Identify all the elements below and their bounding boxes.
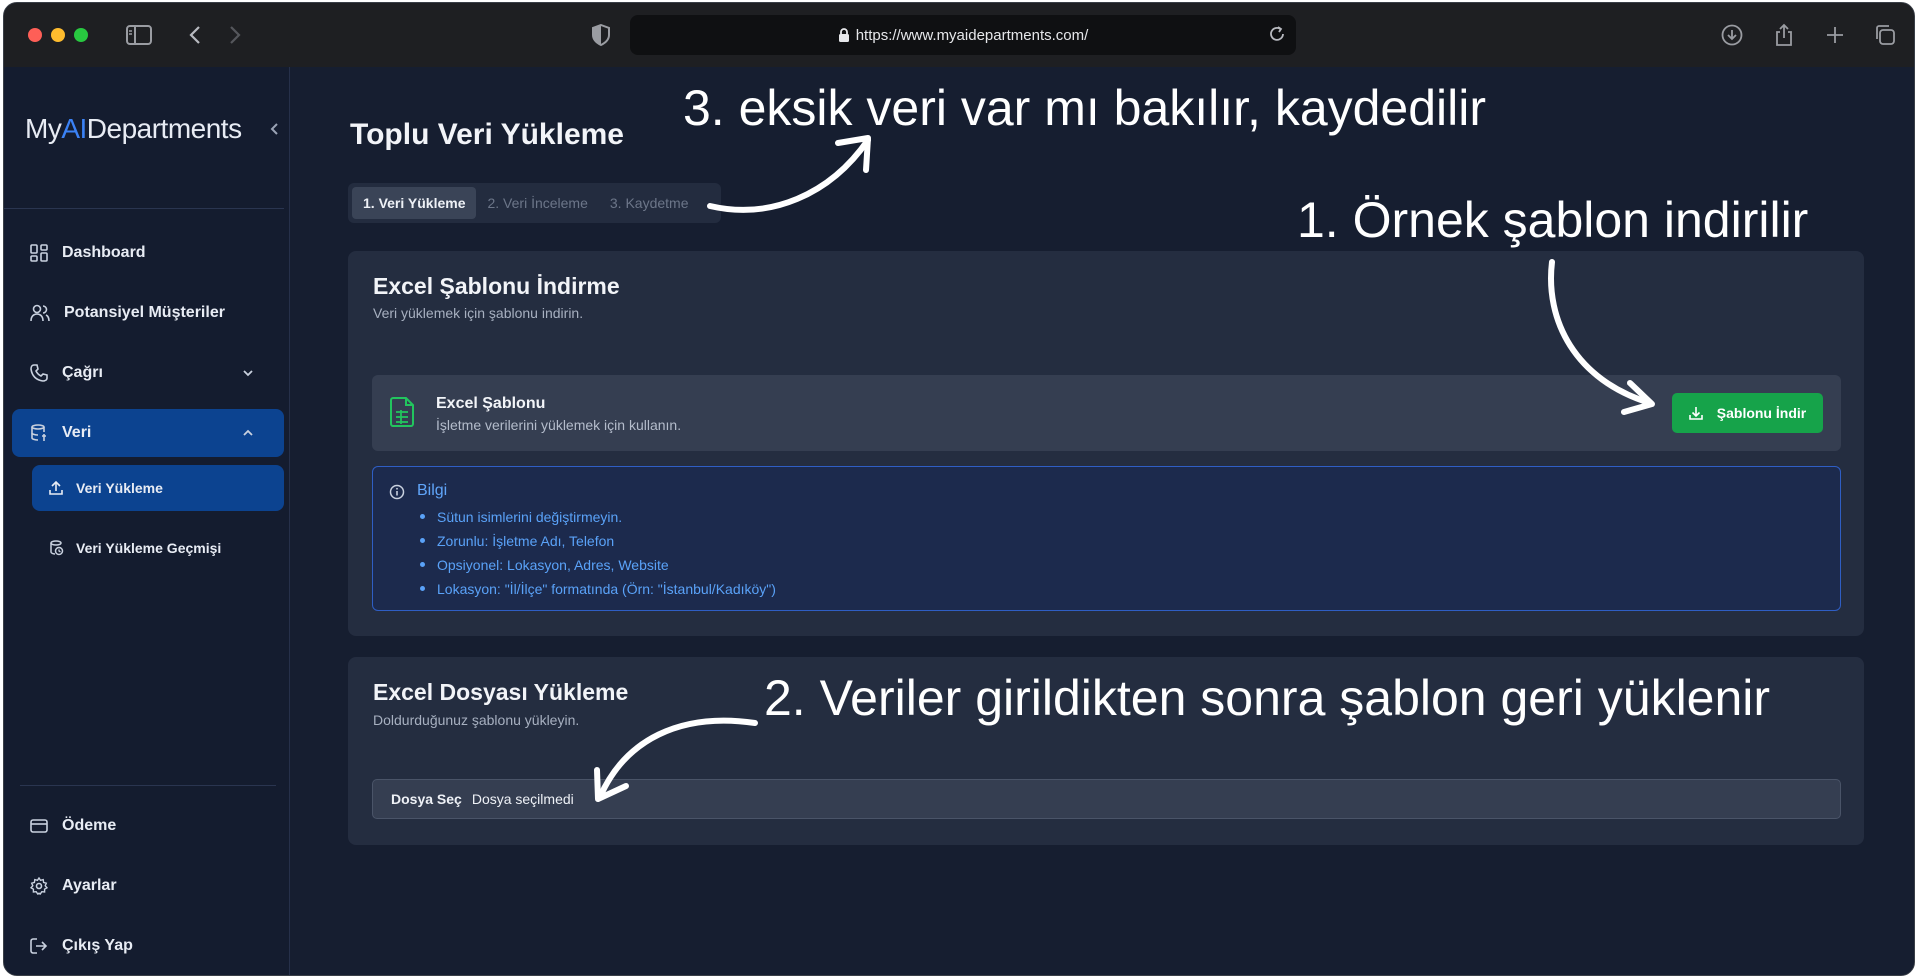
sidebar-item-veri[interactable]: Veri (12, 409, 284, 457)
sidebar-item-label: Ödeme (62, 817, 117, 834)
info-box: Bilgi Sütun isimlerini değiştirmeyin. Zo… (372, 466, 1841, 611)
sidebar-item-label: Çağrı (62, 364, 103, 381)
downloads-icon[interactable] (1717, 21, 1747, 49)
template-file-description: İşletme verilerini yüklemek için kullanı… (436, 417, 682, 433)
tab-veri-yukleme[interactable]: 1. Veri Yükleme (352, 187, 477, 219)
back-icon[interactable] (180, 21, 210, 49)
app-logo[interactable]: MyAIDepartments (25, 113, 242, 145)
sidebar-item-label: Çıkış Yap (62, 937, 133, 954)
sidebar-item-odeme[interactable]: Ödeme (12, 802, 284, 850)
list-item: Lokasyon: "İl/İlçe" formatında (Örn: "İs… (420, 577, 776, 601)
maximize-window-button[interactable] (74, 28, 88, 42)
file-name-label: Dosya seçilmedi (471, 791, 574, 807)
new-tab-icon[interactable] (1820, 21, 1850, 49)
sidebar-item-cikis-yap[interactable]: Çıkış Yap (12, 922, 284, 970)
sidebar-subitem-veri-yukleme-gecmisi[interactable]: Veri Yükleme Geçmişi (32, 525, 284, 571)
spreadsheet-file-icon (390, 397, 416, 432)
tab-overview-icon[interactable] (1870, 21, 1900, 49)
card-title: Excel Şablonu İndirme (373, 273, 620, 299)
chevron-down-icon[interactable] (242, 366, 268, 384)
upload-icon (49, 480, 63, 495)
file-input[interactable]: Dosya Seç Dosya seçilmedi (372, 779, 1841, 819)
browser-toolbar: https://www.myaidepartments.com/ (4, 3, 1914, 67)
sidebar-subitem-veri-yukleme[interactable]: Veri Yükleme (32, 465, 284, 511)
info-title: Bilgi (417, 482, 448, 499)
list-item: Zorunlu: İşletme Adı, Telefon (420, 529, 776, 553)
annotation-step2: 2. Veriler girildikten sonra şablon geri… (764, 670, 1771, 726)
sidebar-item-potansiyel-musteriler[interactable]: Potansiyel Müşteriler (12, 289, 284, 337)
sidebar-item-label: Ayarlar (62, 877, 117, 894)
sidebar: MyAIDepartments Dashboard Potansiyel Müş… (4, 67, 290, 975)
sidebar-subitem-label: Veri Yükleme (76, 480, 163, 496)
address-bar[interactable]: https://www.myaidepartments.com/ (630, 15, 1296, 55)
reload-icon[interactable] (1268, 25, 1286, 48)
card-subtitle: Doldurduğunuz şablonu yükleyin. (373, 712, 580, 728)
privacy-shield-icon[interactable] (586, 21, 616, 49)
download-icon (1688, 407, 1703, 420)
sidebar-item-label: Veri (62, 424, 92, 441)
layout-grid-icon (30, 244, 48, 262)
logout-icon (30, 938, 48, 954)
info-list: Sütun isimlerini değiştirmeyin. Zorunlu:… (420, 505, 776, 601)
sidebar-toggle-icon[interactable] (124, 21, 154, 49)
sidebar-item-label: Potansiyel Müşteriler (64, 304, 225, 321)
share-icon[interactable] (1769, 21, 1799, 49)
chevron-up-icon[interactable] (242, 426, 268, 444)
sidebar-divider (20, 785, 276, 786)
close-window-button[interactable] (28, 28, 42, 42)
history-icon (50, 540, 64, 556)
step-tabs: 1. Veri Yükleme 2. Veri İnceleme 3. Kayd… (348, 183, 721, 223)
forward-icon[interactable] (220, 21, 250, 49)
minimize-window-button[interactable] (51, 28, 65, 42)
database-icon (31, 424, 46, 441)
browser-window: https://www.myaidepartments.com/ MyAIDep… (3, 2, 1915, 976)
list-item: Opsiyonel: Lokasyon, Adres, Website (420, 553, 776, 577)
tab-kaydetme[interactable]: 3. Kaydetme (599, 187, 700, 219)
info-icon (389, 484, 405, 505)
annotation-step3: 3. eksik veri var mı bakılır, kaydedilir (683, 80, 1487, 136)
sidebar-item-label: Dashboard (62, 244, 146, 261)
list-item: Sütun isimlerini değiştirmeyin. (420, 505, 776, 529)
collapse-sidebar-icon[interactable] (270, 122, 280, 141)
sidebar-item-cagri[interactable]: Çağrı (12, 349, 284, 397)
card-subtitle: Veri yüklemek için şablonu indirin. (373, 305, 584, 321)
annotation-step1: 1. Örnek şablon indirilir (1297, 192, 1809, 248)
sidebar-divider (4, 208, 284, 209)
sidebar-subitem-label: Veri Yükleme Geçmişi (76, 540, 222, 556)
gear-icon (30, 877, 48, 895)
page-title: Toplu Veri Yükleme (350, 118, 624, 151)
phone-icon (30, 364, 48, 382)
tab-veri-inceleme[interactable]: 2. Veri İnceleme (476, 187, 598, 219)
sidebar-item-dashboard[interactable]: Dashboard (12, 229, 284, 277)
download-template-button[interactable]: Şablonu İndir (1672, 393, 1823, 433)
lock-icon (838, 28, 849, 42)
template-file-title: Excel Şablonu (436, 395, 546, 412)
sidebar-item-ayarlar[interactable]: Ayarlar (12, 862, 284, 910)
card-title: Excel Dosyası Yükleme (373, 679, 629, 705)
url-text: https://www.myaidepartments.com/ (855, 26, 1089, 44)
users-icon (30, 304, 50, 322)
credit-card-icon (30, 819, 48, 833)
template-file-row: Excel Şablonu İşletme verilerini yükleme… (372, 375, 1841, 451)
choose-file-button[interactable]: Dosya Seç (391, 791, 462, 807)
template-download-card: Excel Şablonu İndirme Veri yüklemek için… (348, 251, 1864, 636)
